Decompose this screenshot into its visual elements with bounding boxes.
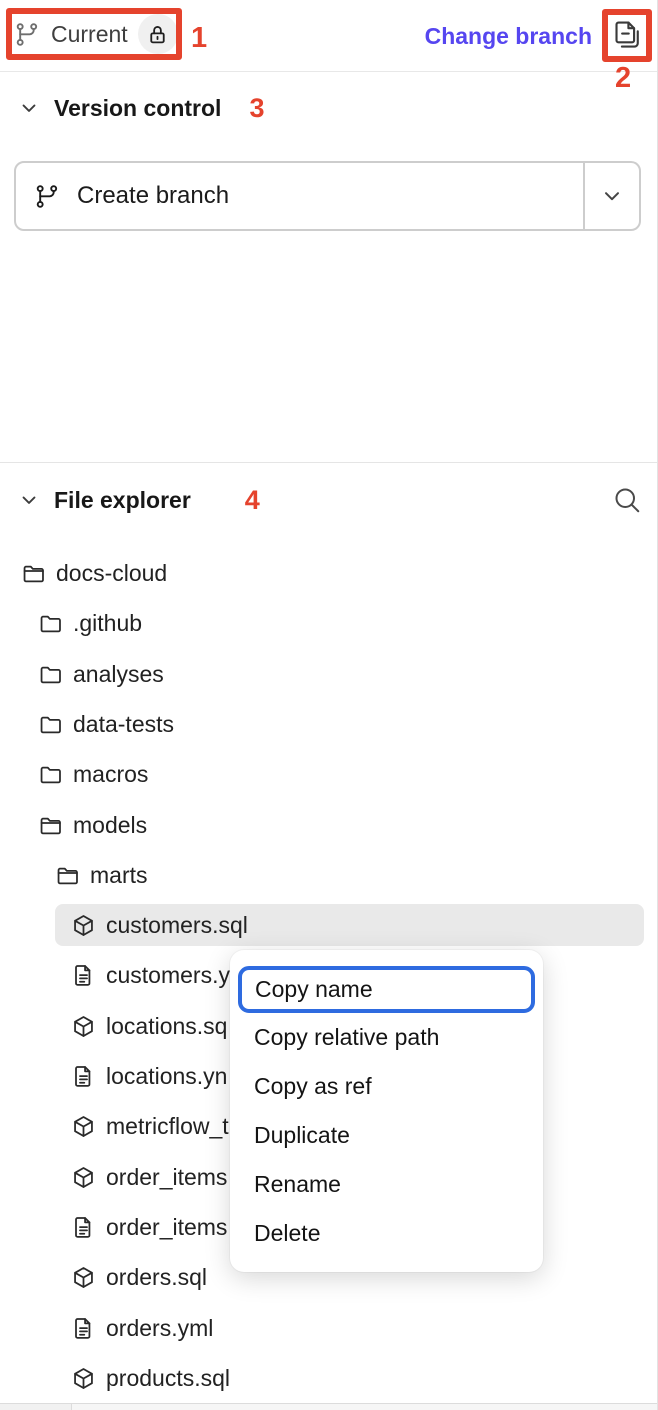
menu-item-rename[interactable]: Rename	[230, 1160, 543, 1209]
file-context-menu: Copy nameCopy relative pathCopy as refDu…	[230, 950, 543, 1272]
chevron-down-icon[interactable]	[18, 489, 40, 511]
ide-sidebar: Current Change branch 1 2 Version contro…	[0, 0, 658, 1410]
annotation-number-2: 2	[615, 64, 631, 93]
menu-item-copy-as-ref[interactable]: Copy as ref	[230, 1062, 543, 1111]
model-cube-icon	[71, 913, 96, 938]
tree-item-label: orders.sql	[106, 1264, 207, 1291]
tree-item-models[interactable]: models	[0, 804, 658, 846]
menu-item-copy-relative-path[interactable]: Copy relative path	[230, 1013, 543, 1062]
version-control-title: Version control	[54, 95, 221, 122]
chevron-down-icon[interactable]	[18, 97, 40, 119]
git-branch-icon	[14, 21, 41, 48]
file-doc-icon	[71, 1215, 96, 1240]
tree-item-label: analyses	[73, 661, 164, 688]
chevron-down-icon	[600, 184, 624, 208]
folder-open-icon	[38, 813, 63, 838]
folder-icon	[38, 611, 63, 636]
create-branch-dropdown-toggle[interactable]	[583, 163, 639, 229]
current-branch-chip[interactable]: Current	[14, 14, 178, 54]
tree-item-label: data-tests	[73, 711, 174, 738]
tree-item-label: customers.sql	[106, 912, 248, 939]
tree-item-label: locations.yn	[106, 1063, 227, 1090]
create-branch-label: Create branch	[77, 182, 229, 210]
menu-item-copy-name[interactable]: Copy name	[238, 966, 535, 1013]
file-search-button[interactable]	[610, 483, 644, 517]
annotation-number-1: 1	[191, 24, 207, 53]
create-branch-button[interactable]: Create branch	[14, 161, 641, 231]
menu-item-delete[interactable]: Delete	[230, 1209, 543, 1258]
tree-item-label: customers.y	[106, 962, 230, 989]
folder-icon	[38, 712, 63, 737]
file-doc-icon	[71, 1064, 96, 1089]
branch-lock-badge	[138, 14, 178, 54]
tree-item-label: orders.yml	[106, 1315, 213, 1342]
file-doc-icon	[71, 963, 96, 988]
folder-icon	[38, 662, 63, 687]
tree-item-docs-cloud[interactable]: docs-cloud	[0, 552, 658, 594]
annotation-number-3: 3	[249, 93, 264, 124]
folder-icon	[38, 762, 63, 787]
tree-item-label: models	[73, 812, 147, 839]
model-cube-icon	[71, 1366, 96, 1391]
tree-item-label: locations.sq	[106, 1013, 227, 1040]
tree-item-label: order_items	[106, 1214, 227, 1241]
copy-icon	[610, 18, 644, 52]
model-cube-icon	[71, 1014, 96, 1039]
tree-item-label: metricflow_t	[106, 1113, 229, 1140]
tree-item-macros[interactable]: macros	[0, 753, 658, 795]
menu-item-duplicate[interactable]: Duplicate	[230, 1111, 543, 1160]
tree-item-label: .github	[73, 610, 142, 637]
tree-item-orders-yml[interactable]: orders.yml	[0, 1307, 658, 1349]
section-divider	[0, 462, 658, 463]
create-branch-main[interactable]: Create branch	[16, 163, 583, 229]
tree-item-label: products.sql	[106, 1365, 230, 1392]
search-icon	[612, 485, 642, 515]
duplicate-file-button[interactable]	[609, 17, 645, 53]
tree-item-label: order_items	[106, 1164, 227, 1191]
lock-icon	[146, 23, 169, 46]
version-control-header: Version control 3	[0, 91, 658, 125]
tree-item-label: macros	[73, 761, 148, 788]
tree-item-marts[interactable]: marts	[0, 854, 658, 896]
folder-open-icon	[21, 561, 46, 586]
bottom-panel-cell	[0, 1404, 72, 1410]
model-cube-icon	[71, 1165, 96, 1190]
file-explorer-title: File explorer	[54, 487, 191, 514]
top-bar: Current Change branch 1 2	[0, 0, 658, 72]
model-cube-icon	[71, 1114, 96, 1139]
file-explorer-header: File explorer 4	[0, 483, 658, 517]
file-doc-icon	[71, 1316, 96, 1341]
tree-item-label: docs-cloud	[56, 560, 167, 587]
git-branch-icon	[34, 183, 61, 210]
annotation-number-4: 4	[245, 485, 260, 516]
tree-item-label: marts	[90, 862, 148, 889]
tree-item-customers-sql[interactable]: customers.sql	[55, 904, 644, 946]
model-cube-icon	[71, 1265, 96, 1290]
folder-open-icon	[55, 863, 80, 888]
tree-item-analyses[interactable]: analyses	[0, 653, 658, 695]
current-branch-label: Current	[51, 21, 128, 48]
tree-item--github[interactable]: .github	[0, 602, 658, 644]
change-branch-link[interactable]: Change branch	[425, 23, 592, 50]
bottom-panel-edge	[0, 1403, 658, 1410]
tree-item-products-sql[interactable]: products.sql	[0, 1357, 658, 1399]
tree-item-data-tests[interactable]: data-tests	[0, 703, 658, 745]
